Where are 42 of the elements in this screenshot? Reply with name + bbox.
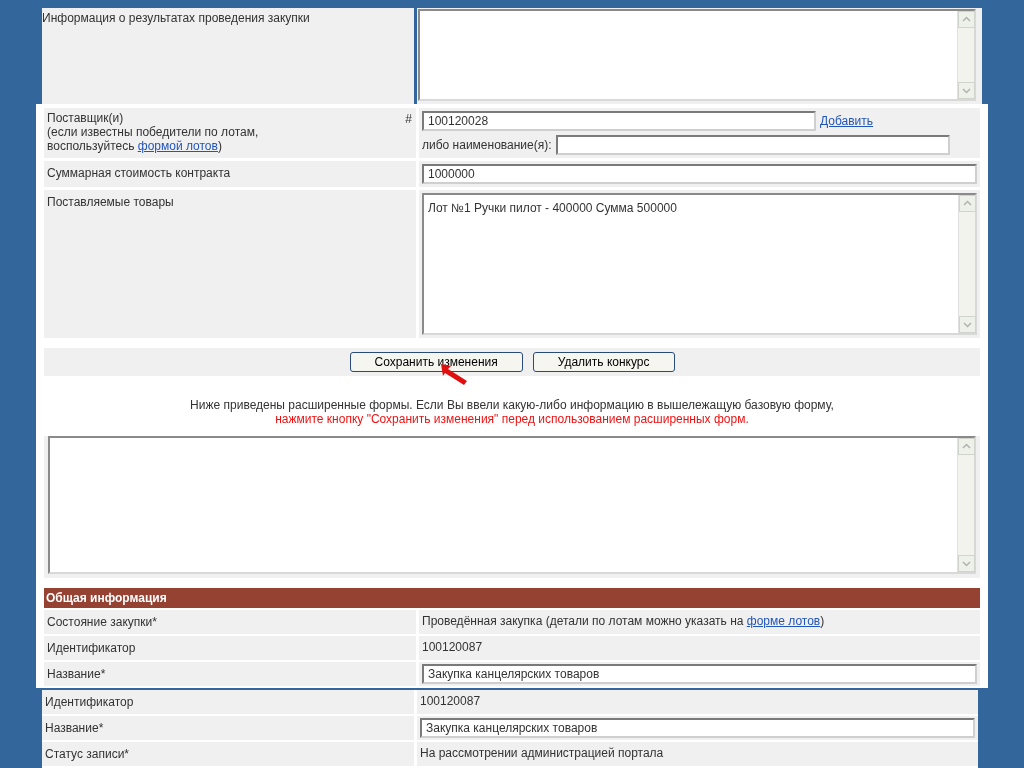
scroll-up-icon[interactable]	[958, 438, 975, 455]
field-note: (если известны победители по лотам, воспользуйтесь формой лотов)	[47, 125, 260, 153]
field-label: Поставляемые товары	[47, 195, 174, 209]
scrollbar[interactable]	[957, 438, 974, 572]
field-value: Проведённая закупка (детали по лотам можно указать на форме лотов)	[422, 614, 825, 628]
form-button[interactable]: Удалить конкурс	[532, 352, 675, 372]
scroll-up-icon[interactable]	[958, 11, 975, 28]
scroll-up-icon[interactable]	[959, 195, 976, 212]
add-link[interactable]: Добавить	[820, 112, 874, 130]
text-field[interactable]: Закупка канцелярских товаров	[420, 718, 975, 738]
field-label: Информация о результатах проведения закупки	[42, 11, 310, 25]
scroll-down-icon[interactable]	[958, 82, 975, 99]
field-label: либо наименование(я):	[422, 137, 552, 154]
field-label: Название*	[45, 721, 104, 735]
warning-text: нажмите кнопку "Сохранить изменения" перед использованием расширенных форм.	[274, 412, 750, 426]
section-header: Общая информация	[44, 588, 980, 608]
name-field[interactable]	[555, 135, 950, 155]
field-value: На рассмотрении администрацией портала	[420, 746, 664, 760]
field-label: Идентификатор	[47, 641, 136, 655]
hash-mark: #	[405, 112, 412, 126]
notice-text: Ниже приведены расширенные формы. Если Вы ввели какую-либо информацию в вышележащую базовую форму,	[189, 398, 835, 412]
field-label: Статус записи*	[45, 747, 130, 761]
text-field[interactable]: 1000000	[422, 164, 977, 184]
field-label: Название*	[47, 667, 106, 681]
text-field[interactable]: Закупка канцелярских товаров	[422, 664, 977, 684]
lots-form-link[interactable]: формой лотов	[137, 139, 218, 153]
scrollbar[interactable]	[957, 11, 974, 99]
field-label: Поставщик(и)	[47, 111, 124, 125]
field-value: Лот №1 Ручки пилот - 400000 Сумма 500000	[428, 201, 677, 215]
text-field[interactable]: 100120028	[422, 111, 816, 131]
field-value: 100120087	[420, 694, 481, 708]
field-label: Идентификатор	[45, 695, 134, 709]
field-value: 100120087	[422, 640, 483, 654]
extended-textarea[interactable]	[48, 436, 976, 574]
scroll-down-icon[interactable]	[959, 316, 976, 333]
goods-textarea[interactable]: Лот №1 Ручки пилот - 400000 Сумма 500000	[422, 193, 977, 335]
field-label: Состояние закупки*	[47, 615, 157, 629]
scrollbar[interactable]	[958, 195, 975, 333]
results-textarea[interactable]	[418, 9, 976, 101]
field-label: Суммарная стоимость контракта	[47, 166, 231, 180]
form-button[interactable]: Сохранить изменения	[349, 352, 523, 372]
scroll-down-icon[interactable]	[958, 555, 975, 572]
